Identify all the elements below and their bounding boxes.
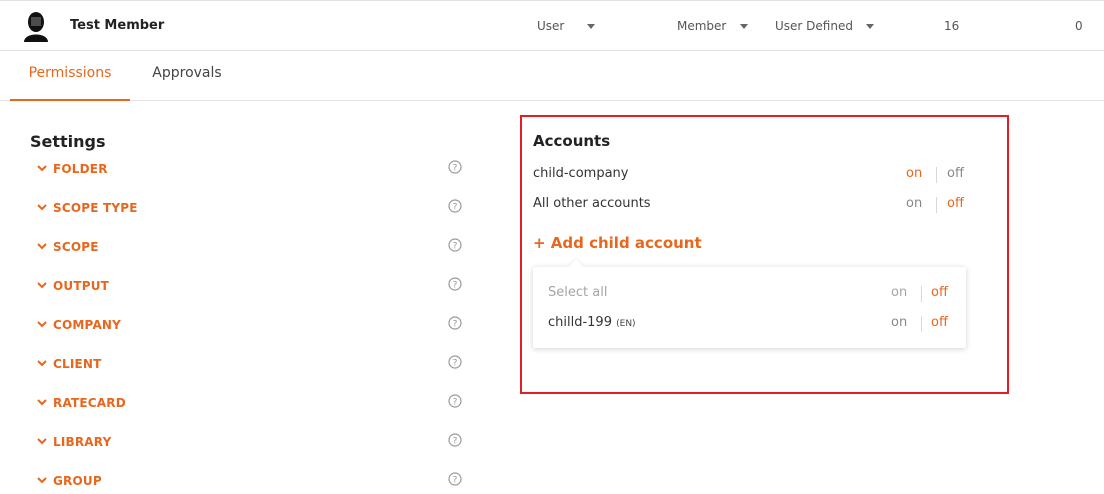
setting-group[interactable]: GROUP ? — [34, 472, 464, 492]
setting-ratecard[interactable]: RATECARD ? — [34, 394, 464, 414]
setting-label: COMPANY — [53, 318, 122, 332]
popup-arrow — [568, 259, 584, 267]
svg-text:?: ? — [453, 242, 458, 252]
toggle-off-option[interactable]: off — [931, 315, 948, 330]
count-b: 0 — [1075, 19, 1083, 33]
chevron-down-icon — [740, 23, 749, 29]
svg-text:?: ? — [453, 164, 458, 174]
setting-label: SCOPE — [53, 240, 99, 254]
chevron-down-icon — [37, 399, 47, 406]
svg-text:?: ? — [453, 359, 458, 369]
help-icon[interactable]: ? — [448, 316, 462, 330]
setting-label: SCOPE TYPE — [53, 201, 138, 215]
help-icon[interactable]: ? — [448, 277, 462, 291]
help-icon[interactable]: ? — [448, 394, 462, 408]
svg-text:?: ? — [453, 398, 458, 408]
setting-folder[interactable]: FOLDER ? — [34, 160, 464, 180]
setting-label: LIBRARY — [53, 435, 112, 449]
chevron-down-icon — [587, 23, 596, 29]
toggle-divider — [921, 316, 922, 332]
svg-text:?: ? — [453, 281, 458, 291]
svg-text:?: ? — [453, 320, 458, 330]
chevron-down-icon — [37, 321, 47, 328]
toggle-divider — [936, 197, 937, 213]
chevron-down-icon — [37, 282, 47, 289]
chevron-down-icon — [37, 360, 47, 367]
tab-bar: Permissions Approvals — [0, 51, 1104, 101]
chevron-down-icon — [37, 204, 47, 211]
setting-label: CLIENT — [53, 357, 102, 371]
setting-company[interactable]: COMPANY ? — [34, 316, 464, 336]
help-icon[interactable]: ? — [448, 160, 462, 174]
definition-select[interactable]: User Defined — [775, 19, 874, 33]
tab-approvals[interactable]: Approvals — [145, 51, 229, 101]
setting-label: OUTPUT — [53, 279, 110, 293]
select-all-label[interactable]: Select all — [548, 285, 607, 300]
account-row-all-other: All other accounts on off — [533, 196, 973, 216]
setting-scope[interactable]: SCOPE ? — [34, 238, 464, 258]
account-name: All other accounts — [533, 196, 651, 211]
toggle-divider — [921, 286, 922, 302]
count-a: 16 — [944, 19, 960, 33]
chevron-down-icon — [37, 477, 47, 484]
avatar-icon — [24, 12, 48, 42]
chevron-down-icon — [37, 165, 47, 172]
account-name: child-company — [533, 166, 629, 181]
toggle-off-option[interactable]: off — [931, 285, 948, 300]
accounts-highlight-box — [520, 115, 1009, 394]
toggle-on-option[interactable]: on — [891, 315, 907, 330]
setting-label: RATECARD — [53, 396, 126, 410]
help-icon[interactable]: ? — [448, 472, 462, 486]
svg-text:?: ? — [453, 476, 458, 486]
accounts-title: Accounts — [533, 132, 611, 150]
member-header: Test Member User Member User Defined 16 … — [0, 0, 1104, 51]
setting-client[interactable]: CLIENT ? — [34, 355, 464, 375]
add-child-account-button[interactable]: + Add child account — [533, 234, 702, 252]
toggle-on-option[interactable]: on — [891, 285, 907, 300]
help-icon[interactable]: ? — [448, 355, 462, 369]
toggle-on-option[interactable]: on — [906, 196, 922, 211]
svg-text:?: ? — [453, 437, 458, 447]
chevron-down-icon — [865, 23, 874, 29]
chevron-down-icon — [37, 438, 47, 445]
language-tag: (EN) — [616, 319, 636, 329]
type-select[interactable]: Member — [677, 19, 749, 33]
role-select[interactable]: User — [537, 19, 596, 33]
setting-library[interactable]: LIBRARY ? — [34, 433, 464, 453]
help-icon[interactable]: ? — [448, 238, 462, 252]
setting-label: FOLDER — [53, 162, 108, 176]
chevron-down-icon — [37, 243, 47, 250]
child-account-popup — [533, 267, 966, 348]
popup-row-select-all: Select all on off — [548, 285, 958, 305]
setting-output[interactable]: OUTPUT ? — [34, 277, 464, 297]
toggle-off-option[interactable]: off — [947, 166, 964, 181]
help-icon[interactable]: ? — [448, 433, 462, 447]
account-row-child-company: child-company on off — [533, 166, 973, 186]
help-icon[interactable]: ? — [448, 199, 462, 213]
popup-row-child: chilld-199 (EN) on off — [548, 315, 958, 335]
setting-scope-type[interactable]: SCOPE TYPE ? — [34, 199, 464, 219]
definition-select-value: User Defined — [775, 19, 853, 33]
toggle-on-option[interactable]: on — [906, 166, 922, 181]
child-account-label: chilld-199 — [548, 315, 612, 330]
setting-label: GROUP — [53, 474, 102, 488]
child-account-name: chilld-199 (EN) — [548, 315, 636, 330]
member-name: Test Member — [70, 18, 165, 33]
role-select-value: User — [537, 19, 565, 33]
toggle-divider — [936, 167, 937, 183]
toggle-off-option[interactable]: off — [947, 196, 964, 211]
settings-title: Settings — [30, 132, 106, 151]
svg-text:?: ? — [453, 203, 458, 213]
tab-permissions[interactable]: Permissions — [10, 51, 130, 101]
type-select-value: Member — [677, 19, 727, 33]
